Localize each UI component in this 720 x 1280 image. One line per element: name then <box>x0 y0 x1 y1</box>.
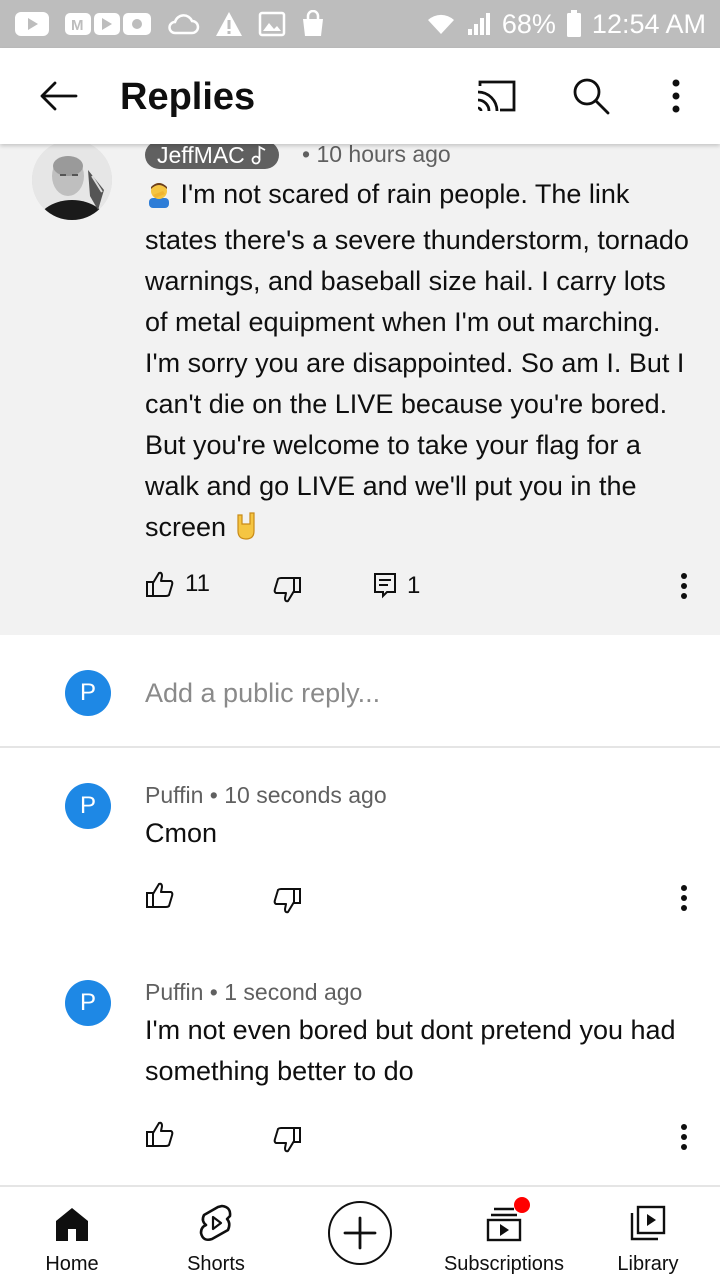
search-icon <box>573 78 610 115</box>
more-vert-icon <box>681 885 687 911</box>
rock-on-hand-emoji-icon <box>234 511 260 553</box>
parent-actions: 11 <box>145 570 210 598</box>
like-button[interactable] <box>145 1120 175 1148</box>
nav-library-label: Library <box>617 1253 679 1275</box>
more-vert-icon <box>672 79 680 113</box>
cloud-icon <box>166 12 200 36</box>
dislike-button[interactable] <box>272 576 302 604</box>
battery-icon <box>566 10 582 38</box>
reply-input[interactable] <box>145 675 665 711</box>
nav-subscriptions[interactable]: Subscriptions <box>434 1187 574 1280</box>
thumbs-down-icon <box>273 577 301 603</box>
shopping-bag-icon <box>300 10 326 38</box>
comment-timestamp: • 10 hours ago <box>302 141 451 167</box>
like-count: 11 <box>185 570 210 597</box>
thumbs-up-icon <box>146 1121 174 1147</box>
nav-shorts-label: Shorts <box>187 1253 245 1275</box>
create-button[interactable] <box>328 1201 392 1265</box>
nav-library[interactable]: Library <box>598 1187 698 1280</box>
search-button[interactable] <box>565 70 617 122</box>
app-bar: Replies <box>0 48 720 144</box>
reply-more-button[interactable] <box>669 1115 699 1159</box>
youtube-notification-icon <box>14 11 50 37</box>
more-vert-icon <box>681 1124 687 1150</box>
reply-author[interactable]: Puffin <box>145 979 203 1005</box>
cast-button[interactable] <box>470 70 522 122</box>
shorts-icon <box>199 1204 232 1242</box>
nav-home-label: Home <box>45 1253 99 1275</box>
reply-input-row: P <box>0 635 720 748</box>
like-button[interactable] <box>145 881 175 909</box>
avatar[interactable] <box>32 140 112 220</box>
nav-shorts[interactable]: Shorts <box>166 1187 266 1280</box>
like-button[interactable]: 11 <box>145 570 210 598</box>
svg-text:M: M <box>71 17 84 34</box>
thumbs-down-icon <box>273 888 301 914</box>
media-apps-notification-icon: M <box>64 10 152 38</box>
signal-icon <box>466 11 492 37</box>
music-note-icon <box>251 145 266 165</box>
library-icon <box>630 1205 666 1241</box>
wifi-icon <box>426 12 456 36</box>
reply-meta: Puffin • 10 seconds ago <box>145 781 387 809</box>
more-vert-icon <box>681 573 687 599</box>
bottom-navigation: Home Shorts Subscriptions Library <box>0 1185 720 1280</box>
dislike-container <box>272 576 302 604</box>
thumbs-down-icon <box>273 1127 301 1153</box>
list-item: P Puffin • 1 second ago I'm not even bor… <box>0 947 720 1183</box>
nav-subscriptions-label: Subscriptions <box>443 1253 565 1275</box>
avatar[interactable]: P <box>65 980 111 1026</box>
home-icon <box>56 1208 88 1241</box>
cast-icon <box>477 80 516 112</box>
reply-button[interactable]: 1 <box>373 572 420 600</box>
comment-icon <box>374 573 396 599</box>
comment-body: I'm not scared of rain people. The link … <box>145 174 693 553</box>
reply-author[interactable]: Puffin <box>145 782 203 808</box>
status-bar: M 68% 12:54 AM <box>0 0 720 48</box>
create-icon <box>343 1216 377 1250</box>
reply-timestamp: • 1 second ago <box>209 979 363 1005</box>
warning-icon <box>214 10 244 38</box>
reply-count: 1 <box>407 572 421 599</box>
status-time: 12:54 AM <box>591 8 706 39</box>
back-button[interactable] <box>30 74 86 118</box>
comment-text: I'm not scared of rain people. The link … <box>145 179 689 542</box>
more-options-button[interactable] <box>650 70 702 122</box>
page-title: Replies <box>120 76 256 118</box>
reply-timestamp: • 10 seconds ago <box>209 782 387 808</box>
face-palm-emoji-icon <box>145 179 173 220</box>
reply-text: I'm not even bored but dont pretend you … <box>145 1015 676 1086</box>
battery-percent: 68% <box>501 8 556 39</box>
reply-text: Cmon <box>145 818 218 848</box>
gallery-icon <box>258 11 286 37</box>
notification-dot <box>514 1197 530 1213</box>
comment-more-button[interactable] <box>669 564 699 608</box>
reply-count-container: 1 <box>373 572 420 600</box>
list-item: P Puffin • 10 seconds ago Cmon <box>0 750 720 942</box>
author-name[interactable]: JeffMAC <box>145 141 279 169</box>
dislike-button[interactable] <box>272 1126 302 1154</box>
author-name-text: JeffMAC <box>157 142 245 168</box>
thumbs-up-icon <box>146 571 174 597</box>
dislike-button[interactable] <box>272 887 302 915</box>
nav-home[interactable]: Home <box>22 1187 122 1280</box>
avatar[interactable]: P <box>65 670 111 716</box>
avatar[interactable]: P <box>65 783 111 829</box>
reply-meta: Puffin • 1 second ago <box>145 978 362 1006</box>
thumbs-up-icon <box>146 882 174 908</box>
back-arrow-icon <box>40 81 78 111</box>
reply-more-button[interactable] <box>669 876 699 920</box>
